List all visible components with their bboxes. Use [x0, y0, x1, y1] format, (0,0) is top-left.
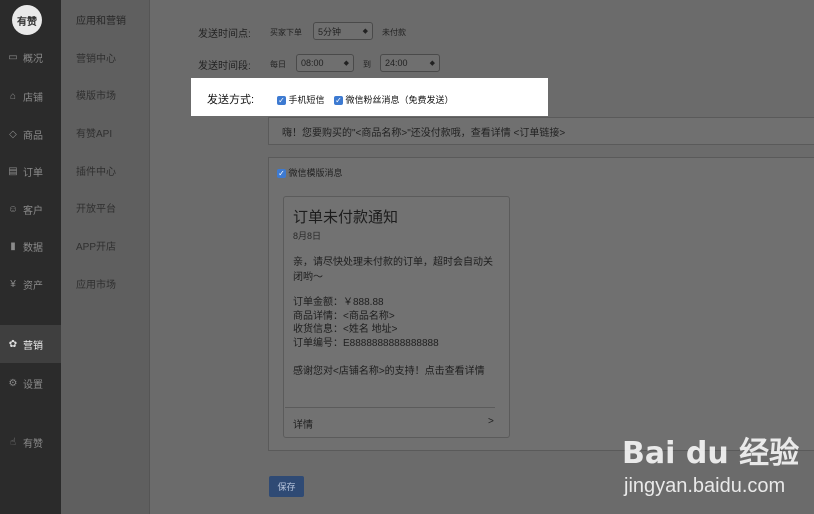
template-option-label: 微信模版消息 [288, 168, 343, 178]
sidebar-item-label: 有赞 [23, 438, 43, 450]
secondary-menu: 应用和营销 营销中心 模版市场 有赞API 插件中心 开放平台 APP开店 应用市场 [61, 0, 150, 514]
submenu-item[interactable]: APP开店 [61, 226, 149, 264]
sidebar-item-label: 设置 [23, 379, 43, 391]
gear-icon: ⚙ [8, 377, 18, 389]
chevron-updown-icon: ◆ [362, 28, 368, 35]
chevron-updown-icon: ◆ [343, 60, 349, 67]
sidebar-item-label: 概况 [23, 53, 43, 65]
period-start-select[interactable]: 08:00 ◆ [296, 54, 354, 72]
send-method-label: 发送方式: [207, 94, 255, 106]
chevron-updown-icon: ◆ [429, 60, 435, 67]
sidebar-item-8[interactable]: ⚙ 设置 [0, 364, 61, 402]
baidu-watermark-url: jingyan.baidu.com [624, 475, 786, 497]
asset-icon: ¥ [10, 278, 16, 290]
sidebar-item-label: 店铺 [23, 92, 43, 104]
chart-icon: ▮ [10, 240, 16, 252]
card-product: 商品详情：<商品名称> [293, 310, 395, 322]
sidebar-item-label: 营销 [23, 340, 43, 352]
sms-option-label: 手机短信 [288, 95, 325, 105]
submenu-title: 应用和营销 [76, 15, 126, 27]
checkbox-checked-icon[interactable]: ✓ [277, 169, 286, 179]
card-details: 订单金额：￥888.88 商品详情：<商品名称> 收货信息：<姓名 地址> 订单… [293, 296, 498, 350]
card-divider [285, 407, 495, 408]
send-time-suffix: 未付款 [382, 28, 406, 37]
period-end-select[interactable]: 24:00 ◆ [380, 54, 440, 72]
submenu-item[interactable]: 模版市场 [61, 75, 149, 113]
card-body: 亲，请尽快处理未付款的订单，超时会自动关闭哟～ [293, 257, 493, 283]
sidebar-item-3[interactable]: ▤ 订单 [0, 152, 61, 190]
submenu-item[interactable]: 插件中心 [61, 151, 149, 189]
brand-logo[interactable]: 有赞 [12, 5, 42, 35]
monitor-icon: ▭ [8, 51, 18, 63]
sidebar-item-4[interactable]: ☺ 客户 [0, 190, 61, 228]
sidebar-item-label: 客户 [23, 205, 43, 217]
checkbox-checked-icon[interactable]: ✓ [334, 96, 343, 106]
submenu-item[interactable]: 开放平台 [61, 188, 149, 226]
sidebar-item-label: 订单 [23, 167, 43, 179]
sidebar-item-7[interactable]: ✿ 营销 [0, 325, 61, 363]
sidebar-item-label: 数据 [23, 242, 43, 254]
wechat-option[interactable]: ✓ 微信粉丝消息（免费发送） [334, 93, 454, 106]
card-order-no: 订单编号：E8888888888888888 [293, 337, 439, 349]
card-date: 8月8日 [293, 231, 322, 241]
checkbox-checked-icon[interactable]: ✓ [277, 96, 286, 106]
card-receiver: 收货信息：<姓名 地址> [293, 324, 398, 335]
sidebar-item-9[interactable]: ☝ 有赞 [0, 423, 61, 461]
period-to: 到 [363, 60, 371, 69]
sidebar-item-2[interactable]: ◇ 商品 [0, 115, 61, 153]
order-icon: ▤ [8, 165, 18, 177]
sidebar-item-5[interactable]: ▮ 数据 [0, 227, 61, 265]
thumb-icon: ☝ [9, 436, 17, 448]
sidebar-item-0[interactable]: ▭ 概况 [0, 38, 61, 76]
send-time-prefix: 买家下单 [270, 28, 302, 37]
baidu-watermark-logo: Bai du 经验 [622, 436, 800, 471]
sms-option[interactable]: ✓ 手机短信 [277, 93, 325, 106]
send-period-label: 发送时间段: [198, 61, 251, 72]
card-thanks: 感谢您对<店铺名称>的支持！点击查看详情 [293, 366, 485, 377]
chevron-right-icon[interactable]: > [488, 416, 494, 427]
wechat-option-label: 微信粉丝消息（免费发送） [345, 95, 454, 105]
user-icon: ☺ [7, 203, 19, 215]
send-time-value: 5分钟 [318, 26, 342, 37]
save-button[interactable]: 保存 [269, 476, 304, 497]
sidebar-item-label: 商品 [23, 130, 43, 142]
period-start-value: 08:00 [301, 58, 324, 68]
card-footer-label[interactable]: 详情 [293, 416, 313, 431]
submenu-item[interactable]: 应用市场 [61, 264, 149, 302]
card-title: 订单未付款通知 [293, 209, 399, 226]
send-time-label: 发送时间点: [198, 29, 251, 40]
sms-template-text[interactable]: 嗨！您要购买的"<商品名称>"还没付款哦，查看详情 <订单链接> [282, 124, 565, 139]
card-amount: 订单金额：￥888.88 [293, 297, 384, 308]
period-prefix: 每日 [270, 60, 286, 69]
template-option[interactable]: ✓ 微信模版消息 [277, 166, 343, 179]
marketing-icon: ✿ [8, 338, 18, 350]
main-sidebar: 有赞 ▭ 概况 ⌂ 店铺 ◇ 商品 ▤ 订单 ☺ 客户 ▮ 数据 ¥ 资产 ✿ 营销 ⚙ 设置 ☝ 有赞 [0, 0, 61, 514]
sidebar-item-label: 资产 [23, 280, 43, 292]
submenu-item[interactable]: 营销中心 [61, 38, 149, 76]
tag-icon: ◇ [9, 128, 17, 140]
submenu-item[interactable]: 有赞API [61, 113, 149, 151]
send-time-select[interactable]: 5分钟 ◆ [313, 22, 373, 40]
sidebar-item-6[interactable]: ¥ 资产 [0, 265, 61, 303]
period-end-value: 24:00 [385, 58, 408, 68]
store-icon: ⌂ [9, 90, 17, 102]
sidebar-item-1[interactable]: ⌂ 店铺 [0, 77, 61, 115]
